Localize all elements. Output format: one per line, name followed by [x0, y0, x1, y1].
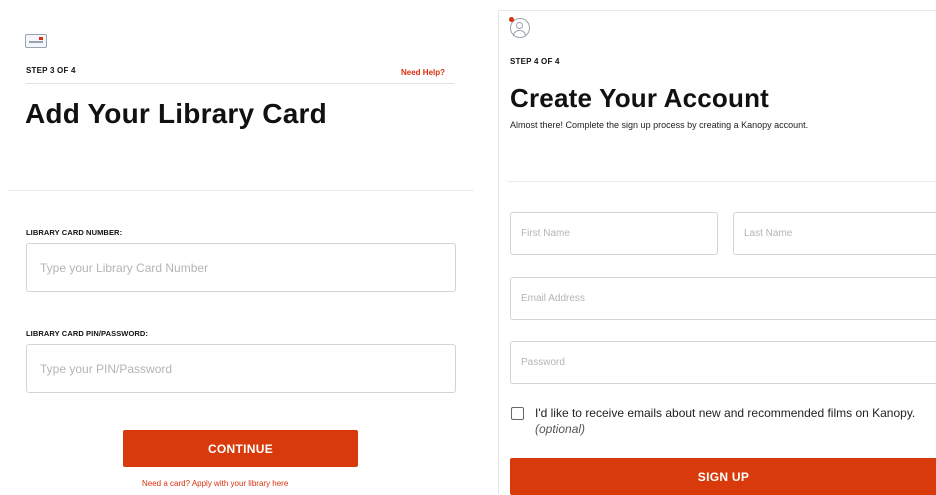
email-consent-label: I'd like to receive emails about new and…	[535, 405, 930, 437]
pin-label: LIBRARY CARD PIN/PASSWORD:	[26, 329, 149, 338]
page-title: Add Your Library Card	[25, 98, 327, 129]
continue-button[interactable]: CONTINUE	[123, 430, 358, 467]
card-number-input[interactable]	[26, 243, 456, 292]
notification-dot	[509, 17, 514, 22]
page-title: Create Your Account	[510, 83, 770, 113]
step-indicator: STEP 4 OF 4	[510, 57, 560, 66]
section-divider	[8, 190, 474, 191]
password-field[interactable]	[510, 341, 936, 384]
sign-up-button[interactable]: SIGN UP	[510, 458, 936, 495]
step-indicator: STEP 3 OF 4	[26, 66, 76, 75]
pin-input[interactable]	[26, 344, 456, 393]
need-help-link[interactable]: Need Help?	[401, 68, 445, 77]
add-library-card-panel: STEP 3 OF 4 Need Help? Add Your Library …	[0, 0, 480, 494]
card-number-label: LIBRARY CARD NUMBER:	[26, 228, 123, 237]
consent-text: I'd like to receive emails about new and…	[535, 406, 916, 420]
email-consent-checkbox[interactable]	[511, 407, 524, 420]
email-field[interactable]	[510, 277, 936, 320]
library-card-icon	[25, 34, 47, 48]
apply-card-link[interactable]: Need a card? Apply with your library her…	[142, 479, 288, 488]
section-divider	[507, 181, 936, 182]
header-divider	[26, 83, 454, 84]
create-account-panel: STEP 4 OF 4 Create Your Account Almost t…	[498, 10, 936, 495]
consent-optional: (optional)	[535, 422, 586, 436]
last-name-field[interactable]	[733, 212, 936, 255]
page-subtitle: Almost there! Complete the sign up proce…	[510, 120, 809, 130]
first-name-field[interactable]	[510, 212, 718, 255]
